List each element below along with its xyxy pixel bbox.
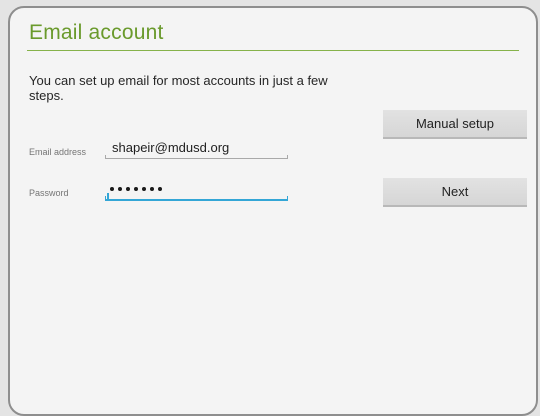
- email-setup-dialog: Email account You can set up email for m…: [8, 6, 538, 416]
- email-field-tick-left: [105, 155, 106, 159]
- title-divider: [27, 50, 519, 51]
- password-label: Password: [29, 188, 69, 198]
- email-address-value: shapeir@mdusd.org: [112, 140, 230, 155]
- email-field-underline: [105, 158, 288, 159]
- password-field-tick-right: [287, 196, 288, 201]
- password-dot: [142, 187, 146, 191]
- password-dot: [126, 187, 130, 191]
- email-address-field[interactable]: shapeir@mdusd.org: [105, 137, 288, 159]
- password-field-underline: [105, 199, 288, 201]
- page-title: Email account: [29, 21, 164, 44]
- password-field[interactable]: [105, 179, 288, 201]
- intro-text: You can set up email for most accounts i…: [29, 73, 328, 103]
- next-button[interactable]: Next: [383, 178, 527, 207]
- password-dot: [158, 187, 162, 191]
- password-dot: [134, 187, 138, 191]
- password-dot: [150, 187, 154, 191]
- email-address-label: Email address: [29, 147, 87, 157]
- password-field-tick-left: [105, 196, 106, 201]
- email-field-tick-right: [287, 155, 288, 159]
- password-dot: [118, 187, 122, 191]
- manual-setup-button[interactable]: Manual setup: [383, 110, 527, 139]
- password-dot: [110, 187, 114, 191]
- password-mask: [110, 181, 162, 191]
